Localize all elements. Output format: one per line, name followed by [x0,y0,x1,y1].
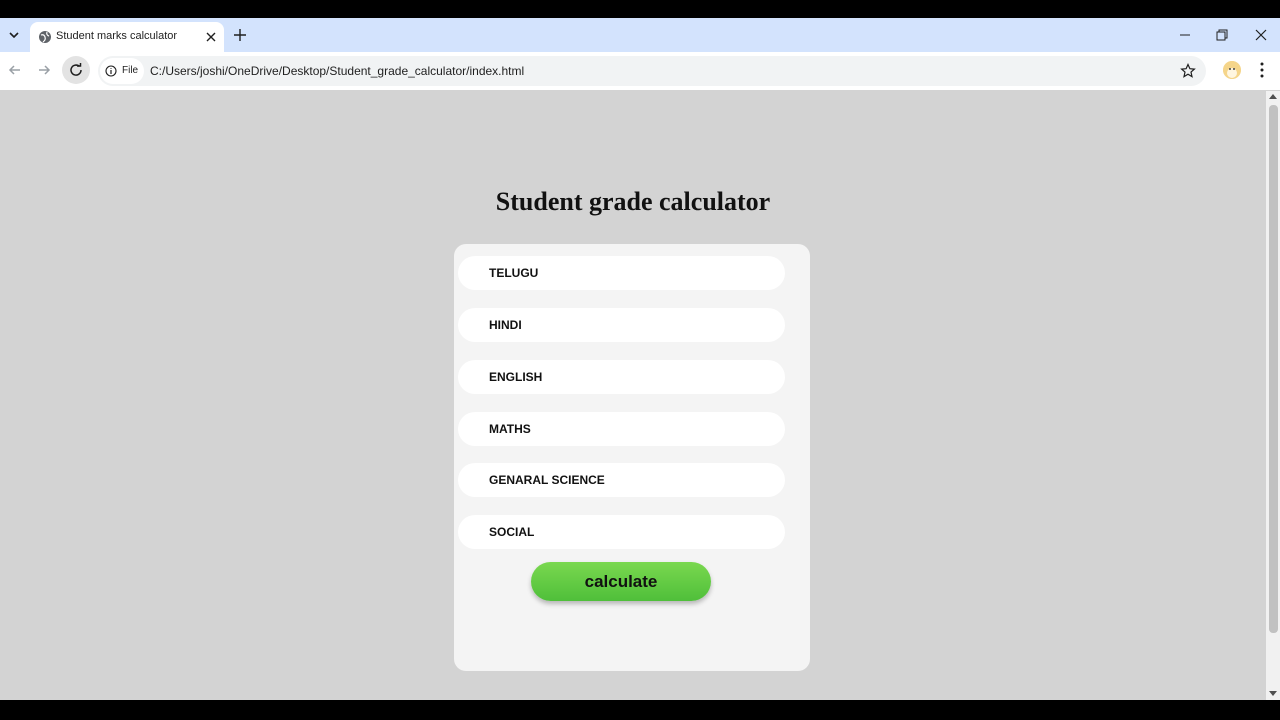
avatar-face [1223,61,1241,79]
info-icon [105,65,117,77]
tab-search-icon [9,32,19,38]
reload-icon [70,63,82,76]
telugu-input[interactable] [458,256,785,290]
tab-strip: Student marks calculator [0,18,1280,52]
english-input[interactable] [458,360,785,394]
back-arrow-icon[interactable] [7,62,23,78]
scroll-up-arrow-icon[interactable] [1269,94,1277,99]
toolbar: File C:/Users/joshi/OneDrive/Desktop/Stu… [0,52,1280,132]
url-text[interactable]: C:/Users/joshi/OneDrive/Desktop/Student_… [150,64,524,78]
close-window-icon[interactable] [1253,27,1269,43]
forward-arrow-icon[interactable] [36,62,52,78]
close-icon[interactable] [204,30,218,44]
scroll-thumb[interactable] [1269,105,1278,633]
tab-search-button[interactable] [4,25,24,45]
star-icon[interactable] [1180,63,1196,79]
browser-window: Student marks calculator File C:/Users/j… [0,18,1280,700]
social-input[interactable] [458,515,785,549]
site-info-chip[interactable]: File [100,58,144,84]
scroll-down-arrow-icon[interactable] [1269,691,1277,696]
grade-form-card: calculate [454,244,810,671]
address-bar[interactable]: File C:/Users/joshi/OneDrive/Desktop/Stu… [98,56,1206,86]
tab-active[interactable]: Student marks calculator [30,22,224,52]
screen: Student marks calculator File C:/Users/j… [0,0,1280,720]
site-chip-label: File [122,65,139,76]
plus-icon[interactable] [232,27,248,43]
reload-button[interactable] [62,56,90,84]
maths-input[interactable] [458,412,785,446]
globe-icon [39,31,51,43]
page-viewport: Student grade calculator calculate [0,91,1266,700]
page-scrollbar[interactable] [1266,91,1280,700]
hindi-input[interactable] [458,308,785,342]
tab-title: Student marks calculator [56,30,178,42]
page-title: Student grade calculator [495,187,771,216]
calculate-button[interactable]: calculate [531,562,711,601]
minimize-icon[interactable] [1177,27,1193,43]
more-menu-icon[interactable] [1254,61,1270,79]
profile-avatar-icon[interactable] [1223,61,1241,79]
restore-icon[interactable] [1214,27,1230,43]
general-science-input[interactable] [458,463,785,497]
